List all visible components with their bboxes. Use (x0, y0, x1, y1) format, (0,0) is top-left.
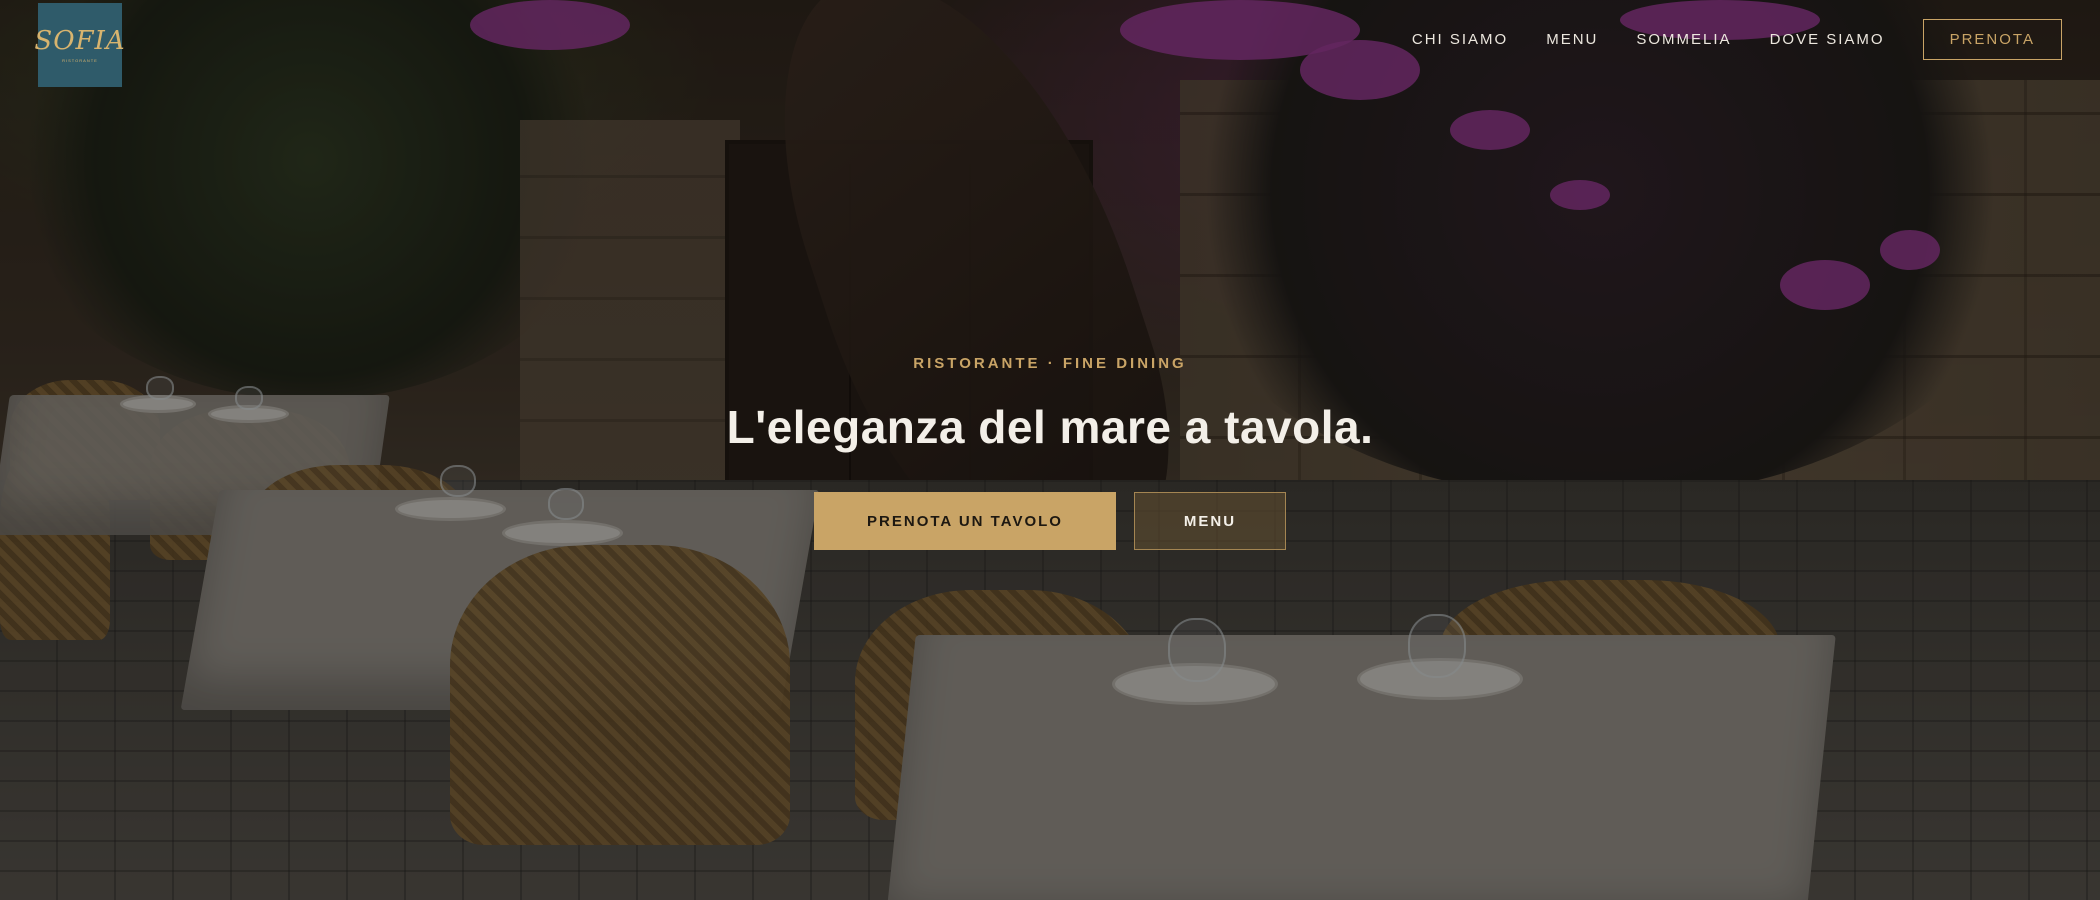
hero-eyebrow: RISTORANTE · FINE DINING (913, 355, 1187, 372)
nav-link-dove-siamo[interactable]: DOVE SIAMO (1770, 31, 1885, 48)
menu-button[interactable]: MENU (1134, 492, 1286, 550)
book-table-button[interactable]: PRENOTA UN TAVOLO (814, 492, 1116, 550)
nav-book-button[interactable]: PRENOTA (1922, 18, 2062, 60)
brand-logo[interactable]: SOFIA RISTORANTE (34, 3, 125, 87)
nav-link-menu[interactable]: MENU (1546, 31, 1598, 48)
nav-link-chi-siamo[interactable]: CHI SIAMO (1412, 31, 1508, 48)
logo-wordmark: SOFIA (34, 25, 126, 56)
main-nav: CHI SIAMO MENU SOMMELIA DOVE SIAMO PRENO… (1374, 18, 2062, 60)
nav-link-sommelia[interactable]: SOMMELIA (1636, 31, 1731, 48)
hero-content: RISTORANTE · FINE DINING L'eleganza del … (0, 355, 2100, 550)
hero-headline: L'eleganza del mare a tavola. (726, 401, 1374, 453)
hero-cta-row: PRENOTA UN TAVOLO MENU (0, 492, 2100, 550)
site-header: SOFIA RISTORANTE CHI SIAMO MENU SOMMELIA… (0, 0, 2100, 120)
logo-subtext: RISTORANTE (62, 57, 98, 63)
hero-section: SOFIA RISTORANTE CHI SIAMO MENU SOMMELIA… (0, 0, 2100, 900)
